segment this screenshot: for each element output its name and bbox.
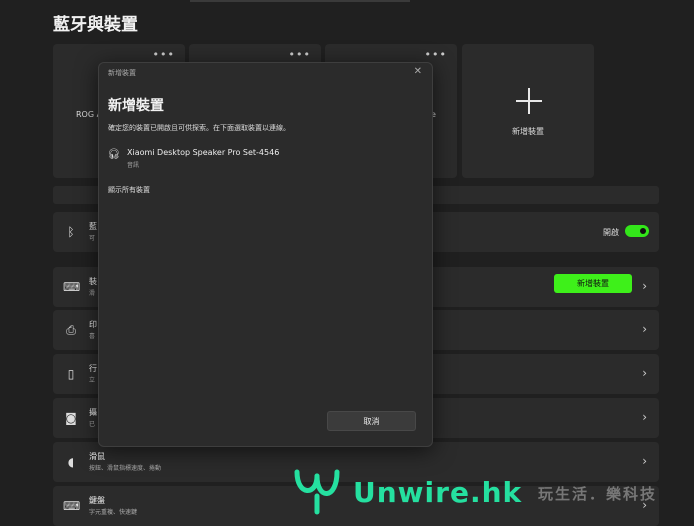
row-title: 鍵盤 [89, 496, 105, 505]
page-title: 藍牙與裝置 [53, 15, 138, 35]
more-options-icon[interactable]: ••• [425, 48, 447, 61]
chevron-right-icon: › [642, 279, 647, 293]
add-device-dialog: 新增裝置 ✕ 新增裝置 確定您的裝置已開啟且可供探索。在下面選取裝置以連線。 🎧… [98, 62, 433, 447]
device-type: 音訊 [127, 162, 140, 169]
row-title: 行 [89, 364, 97, 373]
row-title: 藍 [89, 222, 97, 231]
dialog-titlebar: 新增裝置 [108, 69, 136, 77]
plus-icon [516, 88, 542, 114]
row-subtitle: 字元重複、快速鍵 [89, 509, 138, 516]
add-device-card[interactable]: 新增裝置 [462, 44, 594, 178]
more-options-icon[interactable]: ••• [289, 48, 311, 61]
row-subtitle: 滑 [89, 290, 96, 297]
unwire-logo-icon [294, 469, 340, 515]
watermark-brand: Unwire.hk [353, 476, 523, 509]
camera-icon: ◙ [65, 411, 77, 425]
chevron-right-icon: › [642, 366, 647, 380]
mouse-icon: ◖ [67, 455, 75, 469]
row-title: 滑鼠 [89, 452, 105, 461]
device-list-item[interactable]: 🎧︎ Xiaomi Desktop Speaker Pro Set-4546 音… [105, 145, 425, 173]
row-title: 攝 [89, 408, 97, 417]
row-title: 裝 [89, 277, 97, 286]
chevron-right-icon: › [642, 410, 647, 424]
dialog-description: 確定您的裝置已開啟且可供探索。在下面選取裝置以連線。 [108, 124, 290, 132]
close-icon[interactable]: ✕ [414, 66, 422, 77]
row-subtitle: 已 [89, 421, 96, 428]
bluetooth-toggle-label: 開啟 [603, 228, 619, 237]
chevron-right-icon: › [642, 454, 647, 468]
add-device-card-label: 新增裝置 [512, 127, 544, 136]
row-subtitle: 可 [89, 235, 96, 242]
top-divider [190, 0, 410, 2]
keyboard-icon: ⌨ [63, 499, 81, 513]
toggle-knob [640, 228, 646, 234]
headset-icon: 🎧︎ [107, 149, 121, 160]
chevron-right-icon: › [642, 322, 647, 336]
row-subtitle: 喜 [89, 333, 96, 340]
printer-icon: ⎙ [66, 323, 76, 337]
dialog-heading: 新增裝置 [108, 98, 164, 114]
row-title: 印 [89, 320, 97, 329]
bluetooth-toggle[interactable] [625, 225, 649, 237]
devices-icon: ⌨ [63, 280, 81, 294]
add-device-button[interactable]: 新增裝置 [554, 274, 632, 293]
more-options-icon[interactable]: ••• [153, 48, 175, 61]
bluetooth-icon: ᛒ [67, 225, 75, 239]
watermark-slogan: 玩生活．樂科技 [538, 485, 658, 503]
cancel-button[interactable]: 取消 [327, 411, 416, 431]
watermark: Unwire.hk 玩生活．樂科技 [293, 466, 655, 516]
row-subtitle: 按鈕、滑鼠指標速度、捲動 [89, 465, 162, 472]
phone-icon: ▯ [67, 367, 75, 381]
row-subtitle: 立 [89, 377, 96, 384]
show-all-devices-link[interactable]: 顯示所有裝置 [108, 185, 150, 195]
device-name: Xiaomi Desktop Speaker Pro Set-4546 [127, 148, 280, 157]
